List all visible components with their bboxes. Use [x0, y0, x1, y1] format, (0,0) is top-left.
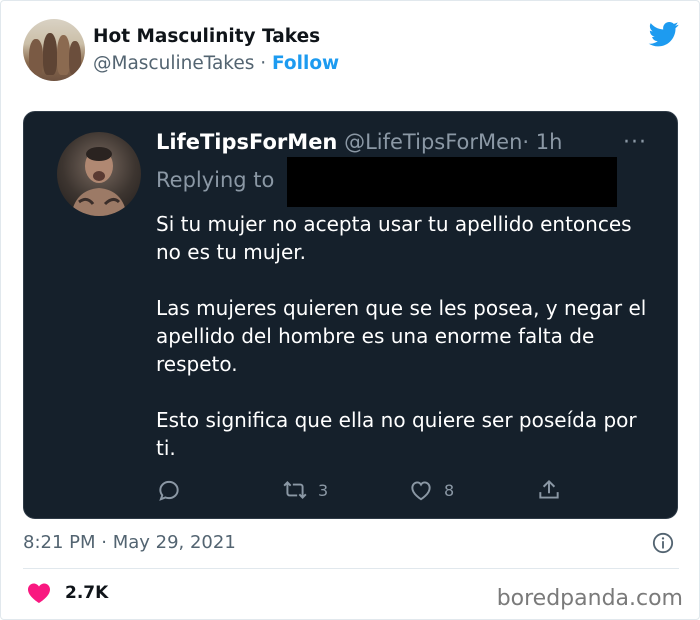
- retweet-icon: [283, 481, 307, 499]
- twitter-bird-icon[interactable]: [647, 19, 681, 49]
- reply-icon: [159, 480, 179, 501]
- reply-action: [156, 476, 182, 504]
- tweet-timestamp[interactable]: 8:21 PM · May 29, 2021: [23, 532, 236, 553]
- separator: ·: [260, 53, 267, 74]
- tweet-paragraph: Las mujeres quieren que se les posea, y …: [156, 296, 647, 376]
- redaction-box: [287, 157, 617, 207]
- quoted-tweet-actions: 3 8: [156, 476, 576, 504]
- avatar-figure: [71, 147, 127, 216]
- quoted-author-avatar: [57, 132, 141, 216]
- share-action: [536, 476, 562, 504]
- quoted-author-handle: @LifeTipsForMen: [344, 130, 523, 154]
- like-action: 8: [408, 476, 454, 504]
- quoted-tweet-body: Si tu mujer no acepta usar tu apellido e…: [156, 210, 656, 490]
- watermark: boredpanda.com: [496, 586, 683, 611]
- retweet-action: 3: [282, 476, 328, 504]
- heart-icon: [411, 481, 431, 501]
- quoted-author-name: LifeTipsForMen: [156, 130, 338, 154]
- divider: [23, 568, 679, 569]
- more-icon: ···: [623, 130, 647, 155]
- author-name[interactable]: Hot Masculinity Takes: [93, 26, 320, 47]
- quoted-tweet-header: LifeTipsForMen @LifeTipsForMen· 1h: [156, 130, 562, 154]
- tweet-header: Hot Masculinity Takes @MasculineTakes · …: [23, 19, 683, 81]
- share-icon: [539, 479, 559, 499]
- like-count: 2.7K: [65, 583, 109, 603]
- info-icon[interactable]: [652, 532, 674, 554]
- tweet-paragraph: Esto significa que ella no quiere ser po…: [156, 408, 637, 460]
- replying-to-label: Replying to: [156, 168, 275, 192]
- like-summary[interactable]: 2.7K: [27, 582, 108, 604]
- like-count: 8: [444, 480, 455, 500]
- tweet-card: Hot Masculinity Takes @MasculineTakes · …: [0, 0, 700, 620]
- tweet-paragraph: Si tu mujer no acepta usar tu apellido e…: [156, 212, 632, 264]
- heart-icon[interactable]: [27, 582, 51, 604]
- quoted-tweet-time: · 1h: [522, 130, 563, 154]
- quoted-tweet-screenshot: LifeTipsForMen @LifeTipsForMen· 1h ··· R…: [23, 111, 678, 519]
- retweet-count: 3: [318, 480, 329, 500]
- follow-button[interactable]: Follow: [272, 53, 339, 74]
- author-avatar[interactable]: [23, 19, 85, 81]
- author-handle-row: @MasculineTakes · Follow: [93, 53, 339, 74]
- author-handle[interactable]: @MasculineTakes: [93, 53, 254, 74]
